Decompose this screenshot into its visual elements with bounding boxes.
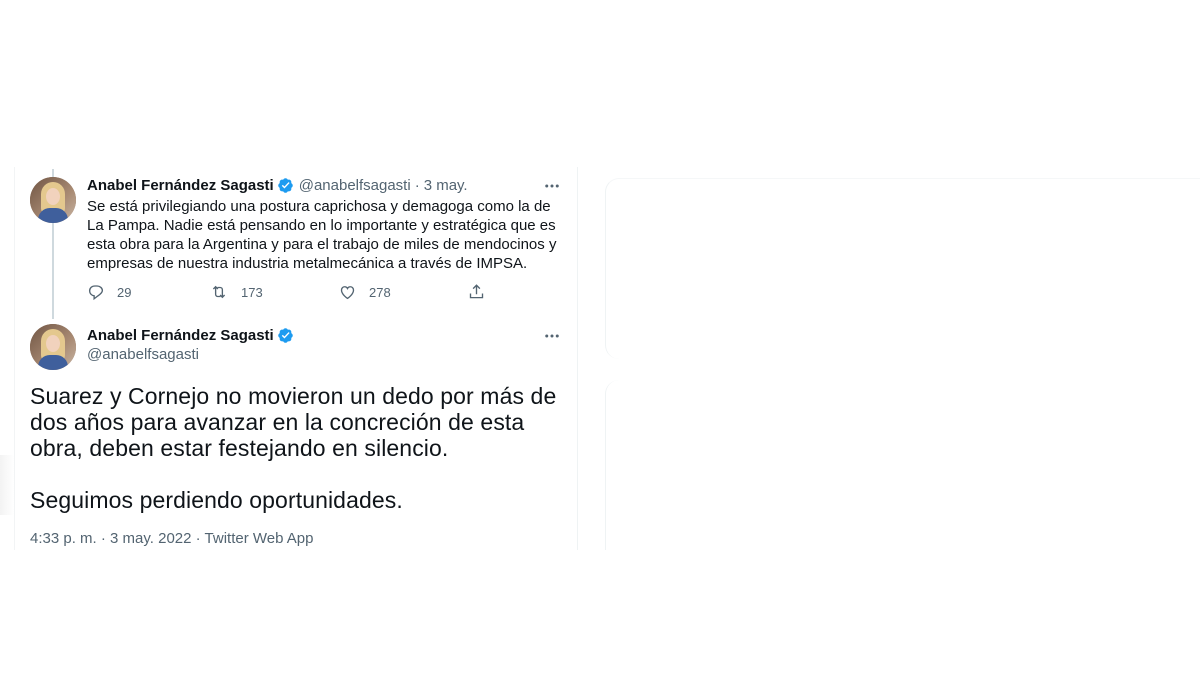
- share-button[interactable]: [467, 283, 486, 301]
- separator-dot: ·: [414, 177, 420, 194]
- tweet-date[interactable]: 3 may.: [424, 177, 468, 194]
- tweet-author-row: Anabel Fernández Sagasti: [87, 327, 294, 344]
- like-count: 278: [369, 284, 391, 300]
- tweet-timestamp[interactable]: 4:33 p. m. · 3 may. 2022 · Twitter Web A…: [30, 530, 313, 547]
- tweet-header: Anabel Fernández Sagasti @anabelfsagasti…: [87, 177, 468, 194]
- author-name[interactable]: Anabel Fernández Sagasti: [87, 327, 274, 344]
- retweet-count: 173: [241, 284, 263, 300]
- side-card-bottom: [605, 380, 1200, 550]
- left-edge-shadow: [0, 455, 14, 515]
- author-name[interactable]: Anabel Fernández Sagasti: [87, 177, 274, 194]
- more-options-icon[interactable]: [542, 176, 562, 196]
- avatar[interactable]: [30, 177, 76, 223]
- tweet-paragraph: Suarez y Cornejo no movieron un dedo por…: [30, 383, 557, 461]
- heart-icon: [338, 283, 357, 301]
- avatar[interactable]: [30, 324, 76, 370]
- retweet-icon: [209, 283, 229, 301]
- author-handle[interactable]: @anabelfsagasti: [299, 177, 411, 194]
- reply-count: 29: [117, 284, 132, 300]
- side-card-top: [605, 178, 1200, 359]
- verified-badge-icon: [277, 177, 294, 194]
- reply-icon: [87, 283, 105, 301]
- tweet-body: Suarez y Cornejo no movieron un dedo por…: [30, 383, 570, 513]
- tweet-paragraph: Seguimos perdiendo oportunidades.: [30, 487, 403, 513]
- author-handle[interactable]: @anabelfsagasti: [87, 346, 199, 363]
- like-button[interactable]: 278: [338, 283, 391, 301]
- verified-badge-icon: [277, 327, 294, 344]
- tweet-text: Se está privilegiando una postura capric…: [87, 198, 557, 272]
- more-options-icon[interactable]: [542, 326, 562, 346]
- retweet-button[interactable]: 173: [209, 283, 263, 301]
- reply-button[interactable]: 29: [87, 283, 131, 301]
- share-icon: [467, 283, 486, 301]
